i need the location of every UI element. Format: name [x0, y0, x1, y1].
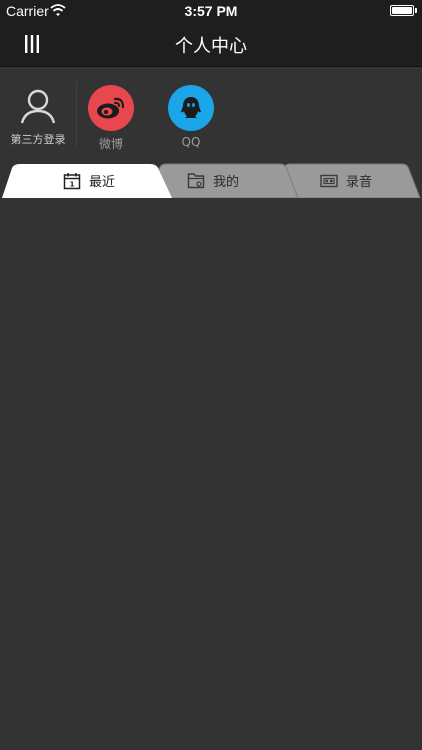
user-icon: [20, 89, 56, 124]
tab-recording[interactable]: 录音: [286, 163, 406, 198]
status-time: 3:57 PM: [184, 3, 238, 19]
qq-label: QQ: [181, 135, 201, 149]
battery-tip: [415, 8, 417, 13]
tab-recent-label: 最近: [88, 175, 115, 190]
qq-icon[interactable]: [168, 85, 214, 131]
tab-bar: 1 最近 我的 录音: [0, 163, 422, 198]
cassette-icon: [320, 174, 338, 187]
calendar-icon: 1: [63, 172, 81, 189]
tab-recent[interactable]: 1 最近: [6, 163, 172, 198]
third-party-login: 第三方登录: [0, 67, 76, 163]
divider: [76, 81, 77, 147]
third-party-label: 第三方登录: [10, 133, 66, 146]
svg-text:1: 1: [70, 180, 75, 188]
weibo-label: 微博: [98, 137, 123, 151]
login-section: 第三方登录 微博 QQ: [0, 67, 422, 163]
page-title: 个人中心: [175, 36, 247, 57]
tab-mine[interactable]: 我的: [150, 163, 276, 198]
tab-mine-label: 我的: [212, 175, 239, 190]
battery-icon: [390, 5, 414, 16]
status-bar: Carrier 3:57 PM: [0, 0, 422, 22]
content-area: [0, 198, 422, 750]
qq-login-button[interactable]: QQ: [161, 85, 221, 149]
weibo-icon[interactable]: [88, 85, 134, 131]
hamburger-icon[interactable]: [18, 30, 46, 58]
folder-icon: [187, 173, 205, 189]
nav-bar: 个人中心: [0, 22, 422, 67]
tab-recording-label: 录音: [345, 175, 372, 190]
weibo-login-button[interactable]: 微博: [81, 85, 141, 152]
